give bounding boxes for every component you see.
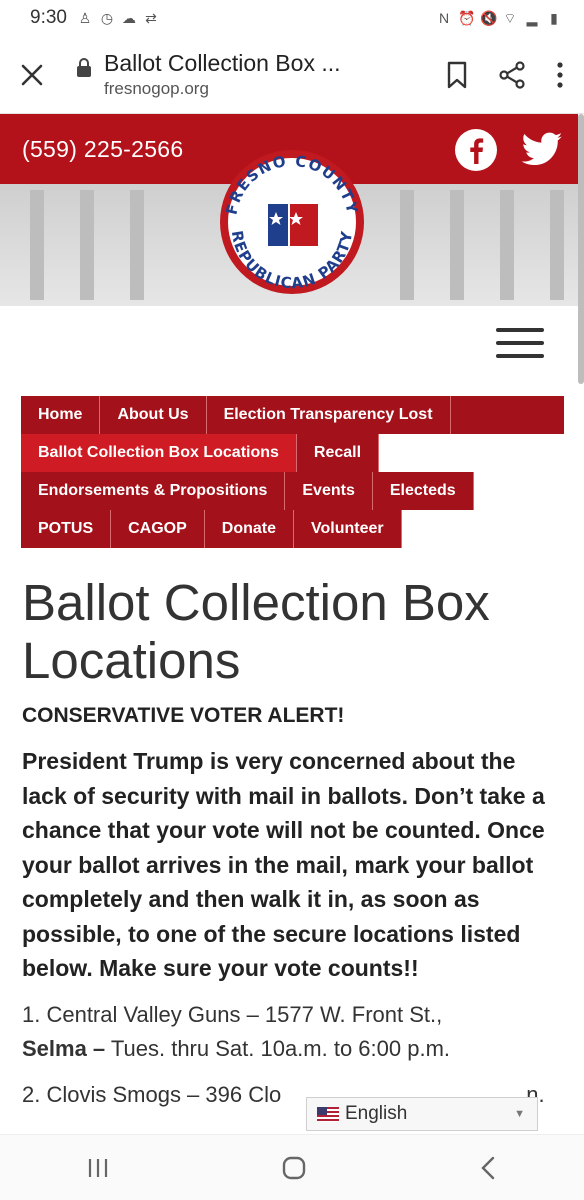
nav-item-recall[interactable]: Recall [296, 434, 380, 472]
system-navigation-bar [0, 1134, 584, 1200]
cloud-icon: ☁ [121, 10, 136, 26]
browser-toolbar: Ballot Collection Box ... fresnogop.org [0, 36, 584, 114]
status-right-icons: N ⏰ 🔇 ⌔ ▂ ▮ [436, 10, 562, 26]
header-phone-link[interactable]: (559) 225-2566 [22, 136, 183, 163]
facebook-icon[interactable] [454, 128, 498, 172]
alarm-icon: ◷ [100, 10, 114, 26]
location-item: 1. Central Valley Guns – 1577 W. Front S… [22, 998, 562, 1066]
page-title: Ballot Collection Box Locations [22, 574, 490, 689]
status-bar: 9:30 ♙ ◷ ☁ ⇄ N ⏰ 🔇 ⌔ ▂ ▮ [0, 0, 584, 36]
nav-item-cagop[interactable]: CAGOP [111, 510, 205, 548]
nfc-icon: N [438, 10, 450, 26]
wifi-icon: ⌔ [503, 10, 517, 26]
hamburger-menu-icon[interactable] [496, 328, 544, 358]
more-options-icon[interactable] [556, 61, 564, 89]
page-scrollbar[interactable] [578, 114, 584, 384]
nav-item-donate[interactable]: Donate [204, 510, 295, 548]
nav-item-about-us[interactable]: About Us [100, 396, 207, 434]
close-icon [21, 64, 43, 85]
party-logo[interactable]: FRESNO COUNTY REPUBLICAN PARTY [202, 148, 382, 296]
nav-item-endorsements-propositions[interactable]: Endorsements & Propositions [21, 472, 286, 510]
social-links [454, 128, 564, 172]
nav-item-election-transparency-lost[interactable]: Election Transparency Lost [206, 396, 451, 434]
home-icon[interactable] [281, 1155, 307, 1181]
toolbar-actions [446, 60, 564, 89]
recent-apps-icon[interactable] [86, 1157, 110, 1179]
page-tab-title: Ballot Collection Box ... [104, 50, 341, 76]
notification-icon: ♙ [78, 10, 92, 26]
bookmark-icon[interactable] [446, 61, 468, 89]
location-1-hours: Tues. thru Sat. 10a.m. to 6:00 p.m. [105, 1035, 451, 1061]
language-selector-value: English [345, 1103, 408, 1124]
twitter-icon[interactable] [520, 128, 564, 172]
nav-item-potus[interactable]: POTUS [21, 510, 112, 548]
location-1-address: 1. Central Valley Guns – 1577 W. Front S… [22, 1001, 443, 1027]
lead-paragraph: President Trump is very concerned about … [22, 748, 545, 981]
chevron-down-icon: ▼ [514, 1108, 525, 1120]
status-time: 9:30 [30, 7, 67, 28]
back-icon[interactable] [478, 1155, 498, 1181]
language-selector[interactable]: English ▼ [306, 1097, 538, 1131]
main-navigation: Home About Us Election Transparency Lost… [21, 396, 564, 548]
nav-item-electeds[interactable]: Electeds [372, 472, 474, 510]
nav-item-home[interactable]: Home [21, 396, 101, 434]
page-url: fresnogop.org [104, 79, 209, 98]
mobile-menu-bar [0, 306, 578, 386]
status-left-icons: ♙ ◷ ☁ ⇄ [77, 10, 159, 26]
close-tab-button[interactable] [14, 57, 50, 93]
lock-icon [77, 57, 91, 77]
page-content: Ballot Collection Box Locations CONSERVA… [22, 574, 562, 1112]
mute-icon: 🔇 [480, 10, 498, 26]
alert-heading: CONSERVATIVE VOTER ALERT! [22, 704, 345, 727]
nav-row: Home About Us Election Transparency Lost [21, 396, 564, 434]
sync-icon: ⇄ [145, 10, 157, 26]
location-1-city: Selma – [22, 1035, 106, 1061]
nav-row: Ballot Collection Box Locations Recall [21, 434, 564, 472]
signal-icon: ▂ [526, 10, 538, 26]
nav-row-fill [450, 396, 564, 434]
address-bar[interactable]: Ballot Collection Box ... fresnogop.org [104, 50, 341, 99]
battery-icon: ▮ [550, 10, 558, 26]
share-icon[interactable] [498, 60, 526, 89]
location-2-address: 2. Clovis Smogs – 396 Clo [22, 1081, 282, 1107]
nav-row: POTUS CAGOP Donate Volunteer [21, 510, 564, 548]
us-flag-icon [317, 1106, 339, 1122]
alarm-clock-icon: ⏰ [458, 10, 476, 26]
nav-item-events[interactable]: Events [285, 472, 373, 510]
nav-item-volunteer[interactable]: Volunteer [294, 510, 402, 548]
nav-item-ballot-collection-box-locations[interactable]: Ballot Collection Box Locations [21, 434, 297, 472]
nav-row: Endorsements & Propositions Events Elect… [21, 472, 564, 510]
site-header-banner: (559) 225-2566 FRESNO COUNTY REPUBLICAN … [0, 114, 578, 306]
